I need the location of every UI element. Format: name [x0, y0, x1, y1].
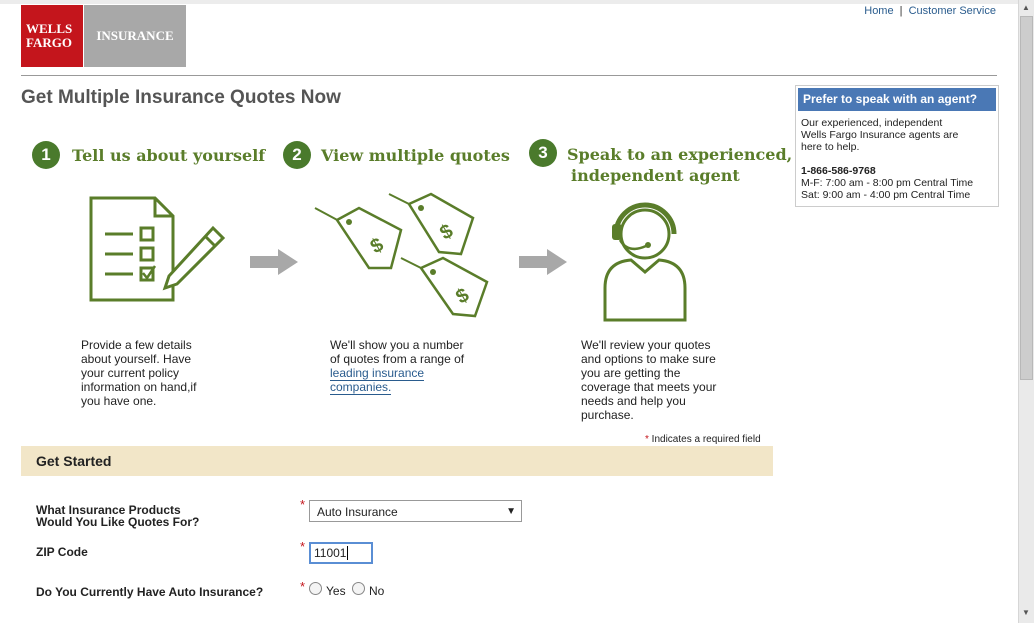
top-links: Home | Customer Service [864, 5, 996, 17]
vertical-scrollbar[interactable]: ▲ ▼ [1018, 0, 1034, 623]
step-3-desc-line: you are getting the [581, 366, 681, 380]
page: WELLS FARGO INSURANCE Home | Customer Se… [0, 0, 1018, 623]
agent-hours-weekday: M-F: 7:00 am - 8:00 pm Central Time [801, 177, 974, 189]
arrow-right-icon [250, 249, 298, 275]
get-started-heading: Get Started [36, 453, 112, 469]
checklist-icon [89, 196, 226, 302]
step-1-title: Tell us about yourself [72, 146, 266, 165]
step-1-number: 1 [32, 141, 60, 169]
step-2-number: 2 [283, 141, 311, 169]
auto-insurance-label: Do You Currently Have Auto Insurance? [36, 585, 264, 599]
step-1-desc-line: Provide a few details [81, 338, 192, 352]
scroll-thumb[interactable] [1020, 16, 1033, 380]
step-2-title: View multiple quotes [321, 146, 510, 165]
zip-label: ZIP Code [36, 545, 88, 559]
auto-insurance-yes-radio[interactable] [309, 582, 322, 595]
agent-text-line: here to help. [801, 141, 860, 153]
agent-box-header: Prefer to speak with an agent? [798, 88, 996, 111]
link-separator: | [899, 5, 903, 17]
step-2-desc-line: of quotes from a range of [330, 352, 465, 366]
top-strip [0, 0, 1018, 4]
step-1-desc-line: your current policy [81, 366, 180, 380]
step-3-title-line1: Speak to an experienced, [567, 145, 793, 164]
page-title: Get Multiple Insurance Quotes Now [21, 87, 341, 108]
scroll-up-icon[interactable]: ▲ [1022, 3, 1030, 12]
dropdown-arrow-icon: ▼ [506, 506, 516, 517]
logo-line2: FARGO [26, 35, 72, 50]
required-star: * [300, 497, 306, 512]
required-note-text: Indicates a required field [648, 434, 761, 445]
step-3-desc-line: coverage that meets your [581, 380, 717, 394]
step-1-desc-line: information on hand,if [81, 380, 197, 394]
required-field-note: * Indicates a required field [645, 434, 761, 445]
step-1-description: Provide a few details about yourself. Ha… [81, 338, 196, 408]
step-2-desc-line: We'll show you a number [330, 338, 464, 352]
arrow-right-icon [519, 249, 567, 275]
select-value: Auto Insurance [317, 505, 398, 519]
agent-phone[interactable]: 1-866-586-9768 [801, 165, 876, 177]
logo-line1: WELLS [26, 21, 73, 36]
scroll-down-icon[interactable]: ▼ [1022, 608, 1030, 617]
agent-text-line: Wells Fargo Insurance agents are [801, 129, 959, 141]
customer-service-link[interactable]: Customer Service [909, 5, 996, 17]
step-3-title-line2: independent agent [571, 166, 740, 185]
zip-value: 11001 [314, 546, 347, 560]
insurance-products-select[interactable]: Auto Insurance ▼ [309, 500, 522, 522]
leading-companies-link[interactable]: leading insurance [330, 366, 425, 381]
insurance-logo: INSURANCE [84, 5, 186, 67]
required-star: * [300, 539, 306, 554]
step-3-description: We'll review your quotes and options to … [581, 338, 716, 422]
text-cursor [347, 546, 349, 560]
agent-text-line: Our experienced, independent [801, 117, 943, 129]
step-1-desc-line: about yourself. Have [81, 352, 192, 366]
step-1-desc-line: you have one. [81, 394, 157, 408]
get-started-band: Get Started [21, 446, 773, 476]
step-3-number: 3 [529, 139, 557, 167]
no-label[interactable]: No [369, 584, 384, 598]
leading-companies-link[interactable]: companies. [330, 380, 392, 395]
header-divider [21, 75, 997, 76]
step-3-desc-line: We'll review your quotes [581, 338, 711, 352]
home-link[interactable]: Home [864, 5, 893, 17]
step-3-desc-line: and options to make sure [581, 352, 716, 366]
auto-insurance-no-radio[interactable] [352, 582, 365, 595]
required-star: * [300, 579, 306, 594]
products-label-line: Would You Like Quotes For? [36, 515, 200, 529]
products-label: What Insurance Products Would You Like Q… [36, 504, 199, 528]
step-3-desc-line: needs and help you [581, 394, 686, 408]
wells-fargo-logo[interactable]: WELLS FARGO [21, 5, 83, 67]
yes-label[interactable]: Yes [326, 584, 346, 598]
agent-contact-box: Prefer to speak with an agent? Our exper… [795, 85, 999, 207]
step-3-desc-line: purchase. [581, 408, 634, 422]
price-tags-icon: $ $ $ [314, 192, 489, 318]
agent-hours-saturday: Sat: 9:00 am - 4:00 pm Central Time [801, 189, 971, 201]
agent-headset-icon [603, 202, 687, 322]
step-2-description: We'll show you a number of quotes from a… [330, 338, 465, 395]
zip-code-input[interactable]: 11001 [309, 542, 373, 564]
